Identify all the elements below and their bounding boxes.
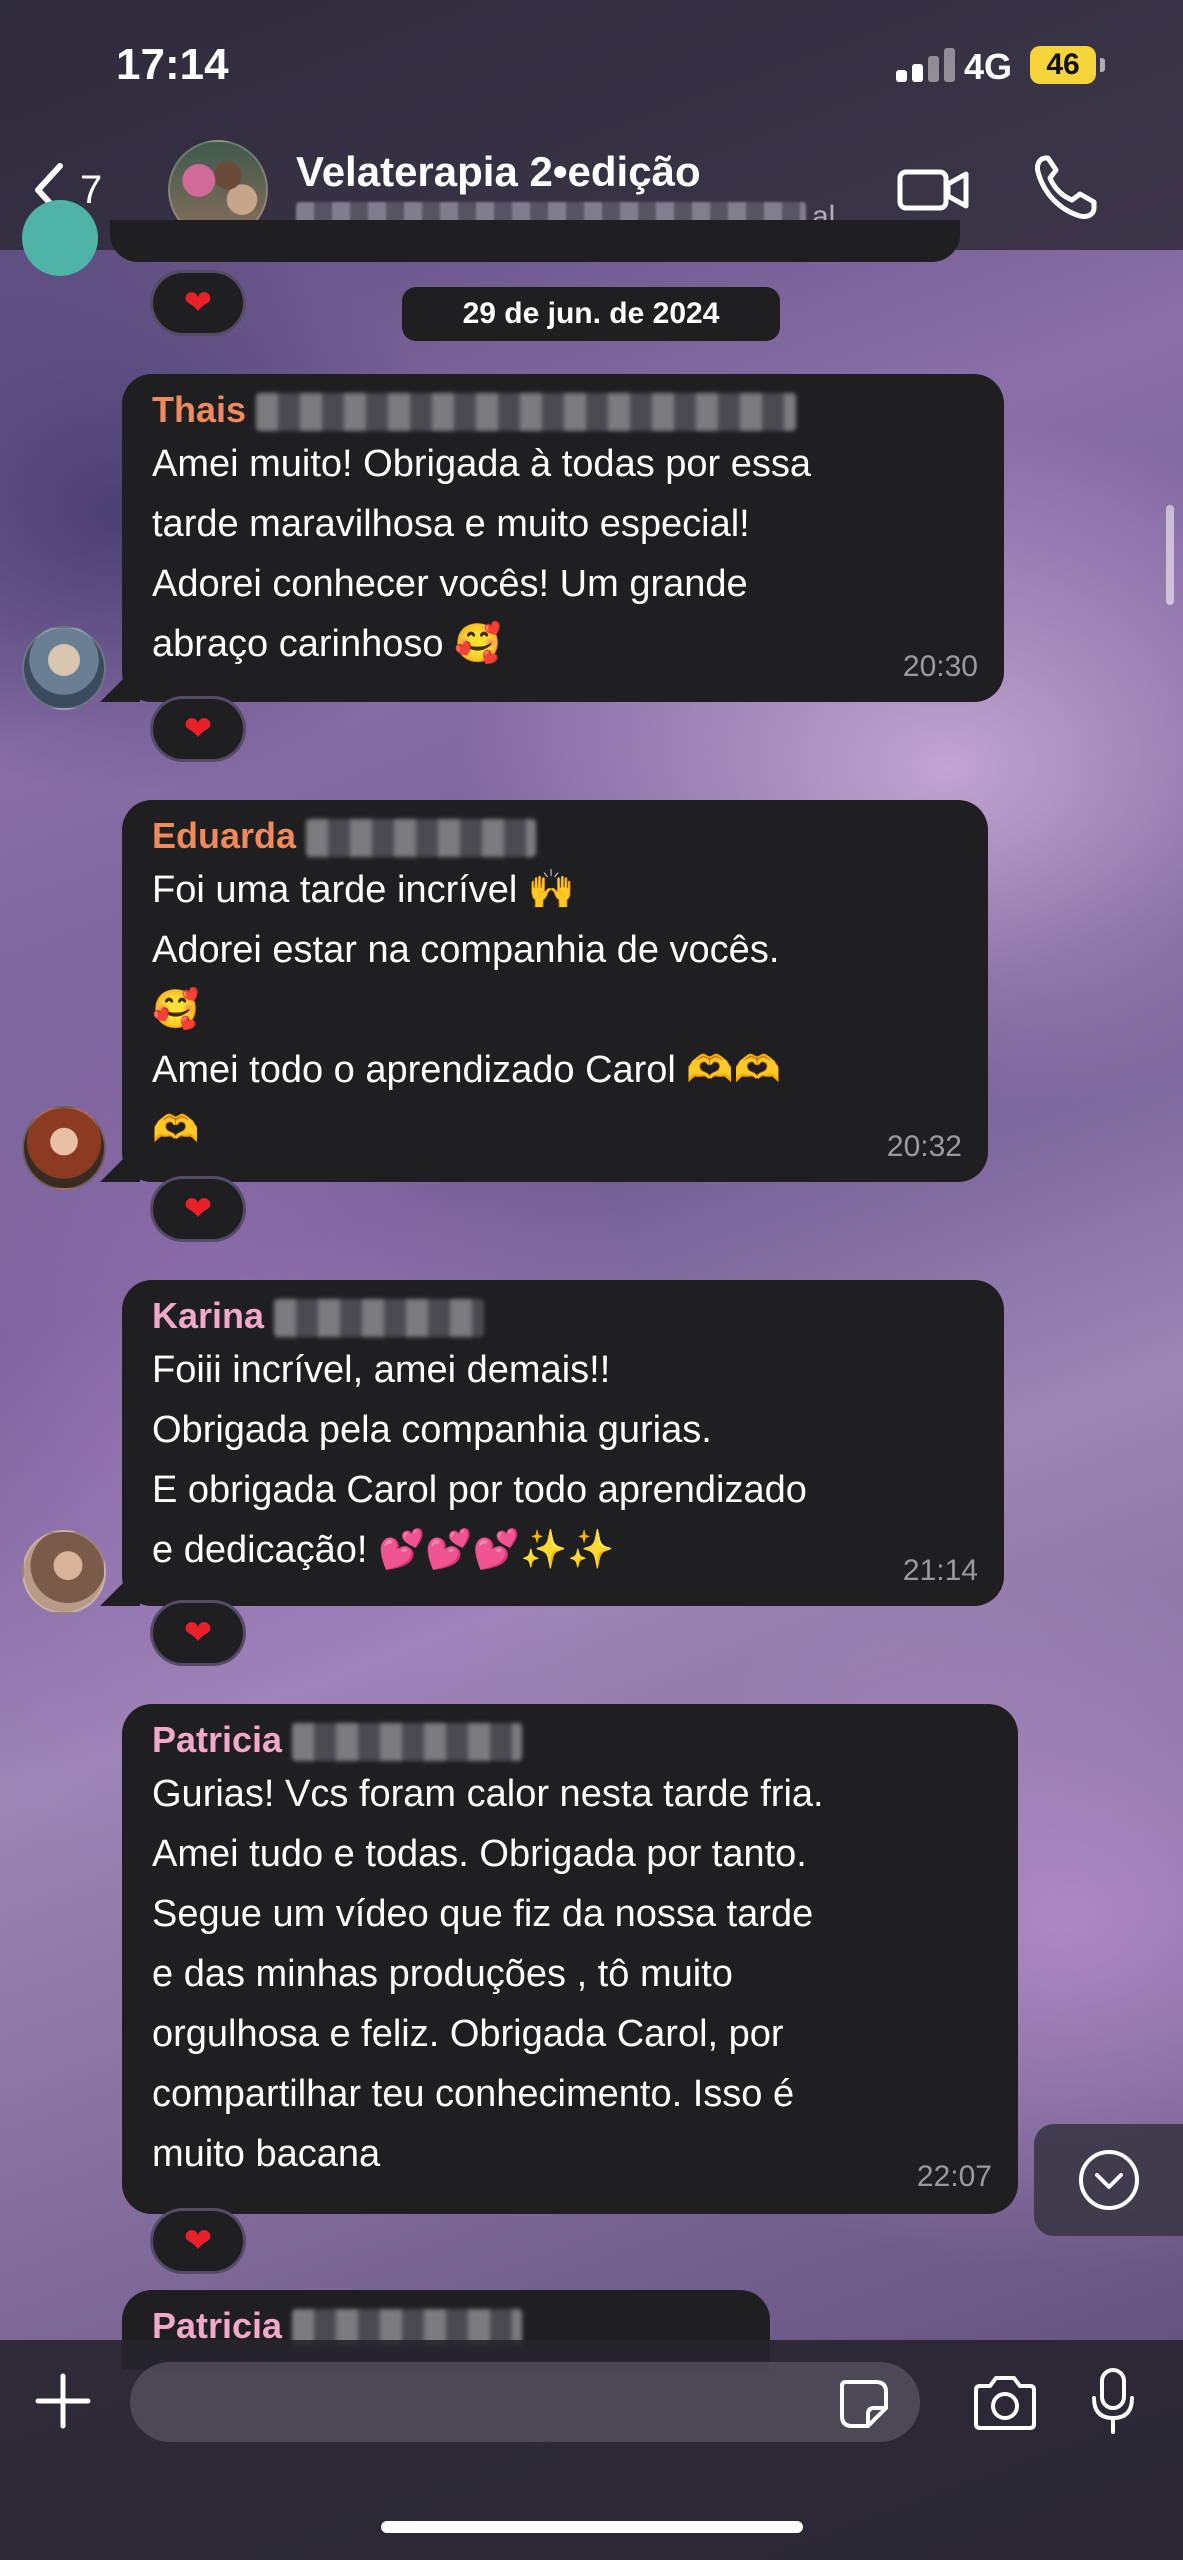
- redacted-surname: [256, 393, 797, 432]
- message-line: compartilhar teu conhecimento. Isso é: [152, 2073, 795, 2115]
- scrollbar[interactable]: [1166, 505, 1174, 605]
- video-call-button[interactable]: [896, 160, 972, 220]
- microphone-button[interactable]: [1088, 2366, 1138, 2436]
- cell-signal-icon: [896, 48, 958, 82]
- message-line: Obrigada pela companhia gurias.: [152, 1409, 712, 1451]
- phone-icon: [1035, 155, 1097, 219]
- battery-tip: [1100, 58, 1105, 72]
- unread-count: 7: [80, 167, 103, 212]
- chevron-down-icon: [1078, 2150, 1139, 2210]
- message-time: 20:30: [902, 650, 978, 683]
- message-line: muito bacana: [152, 2133, 381, 2175]
- bubble-tail: [100, 1566, 140, 1606]
- status-time: 17:14: [116, 40, 229, 89]
- avatar[interactable]: [22, 626, 106, 710]
- message-bubble[interactable]: Karina Foiii incrível, amei demais!! Obr…: [122, 1280, 1004, 1606]
- scroll-to-bottom-button[interactable]: [1034, 2124, 1183, 2236]
- camera-button[interactable]: [970, 2374, 1040, 2432]
- message-bubble[interactable]: Eduarda Foi uma tarde incrível 🙌 Adorei …: [122, 800, 988, 1182]
- avatar[interactable]: [22, 1530, 106, 1614]
- message-line: orgulhosa e feliz. Obrigada Carol, por: [152, 2013, 784, 2055]
- message-line: Gurias! Vcs foram calor nesta tarde fria…: [152, 1773, 824, 1815]
- message-line: 🫶: [152, 1109, 200, 1151]
- sticker-button[interactable]: [836, 2376, 892, 2432]
- message-input[interactable]: [130, 2362, 920, 2442]
- message-line: abraço carinhoso 🥰: [152, 623, 502, 665]
- message-line: e dedicação! 💕💕💕✨✨: [152, 1529, 615, 1571]
- redacted-surname: [306, 819, 537, 858]
- message-line: Amei muito! Obrigada à todas por essa: [152, 443, 812, 485]
- message-bubble[interactable]: Patricia Gurias! Vcs foram calor nesta t…: [122, 1704, 1018, 2214]
- plus-icon: [35, 2373, 91, 2429]
- sender-name[interactable]: Thais: [152, 386, 974, 434]
- attach-button[interactable]: [32, 2370, 94, 2432]
- message-line: tarde maravilhosa e muito especial!: [152, 503, 750, 545]
- redacted-surname: [274, 1299, 485, 1338]
- previous-message-fragment: [110, 220, 960, 262]
- reaction-heart[interactable]: ❤: [150, 1600, 246, 1666]
- bubble-tail: [100, 1142, 140, 1182]
- message-line: Amei tudo e todas. Obrigada por tanto.: [152, 1833, 807, 1875]
- redacted-surname: [292, 1723, 523, 1762]
- message-line: Adorei conhecer vocês! Um grande: [152, 563, 748, 605]
- microphone-icon: [1092, 2368, 1134, 2434]
- heart-icon: ❤: [183, 283, 213, 323]
- avatar[interactable]: [22, 1106, 106, 1190]
- message-line: e das minhas produções , tô muito: [152, 1953, 733, 1995]
- heart-icon: ❤: [183, 709, 213, 749]
- message-line: Adorei estar na companhia de vocês.: [152, 929, 780, 971]
- reaction-heart[interactable]: ❤: [150, 696, 246, 762]
- reaction-heart[interactable]: ❤: [150, 1176, 246, 1242]
- home-indicator[interactable]: [381, 2521, 803, 2533]
- date-divider: 29 de jun. de 2024: [402, 287, 780, 341]
- sender-name[interactable]: Karina: [152, 1292, 974, 1340]
- reaction-heart[interactable]: ❤: [150, 2208, 246, 2274]
- battery-indicator: 46: [1030, 46, 1096, 84]
- message-line: Amei todo o aprendizado Carol 🫶🫶: [152, 1049, 782, 1091]
- message-line: E obrigada Carol por todo aprendizado: [152, 1469, 807, 1511]
- video-camera-icon: [897, 169, 969, 211]
- heart-icon: ❤: [183, 1613, 213, 1653]
- sender-name[interactable]: Eduarda: [152, 812, 958, 860]
- reaction-heart[interactable]: ❤: [150, 270, 246, 336]
- message-bubble[interactable]: Thais Amei muito! Obrigada à todas por e…: [122, 374, 1004, 702]
- voice-call-button[interactable]: [1032, 152, 1098, 222]
- camera-icon: [974, 2376, 1036, 2430]
- message-line: Foi uma tarde incrível 🙌: [152, 869, 576, 911]
- heart-icon: ❤: [183, 2221, 213, 2261]
- message-time: 20:32: [886, 1130, 962, 1163]
- bubble-tail: [100, 662, 140, 702]
- network-type: 4G: [964, 46, 1013, 87]
- message-line: 🥰: [152, 989, 200, 1031]
- message-line: Segue um vídeo que fiz da nossa tarde: [152, 1893, 814, 1935]
- sender-name[interactable]: Patricia: [152, 1716, 988, 1764]
- avatar[interactable]: [22, 200, 98, 276]
- heart-icon: ❤: [183, 1189, 213, 1229]
- sticker-icon: [840, 2380, 888, 2428]
- message-time: 21:14: [902, 1554, 978, 1587]
- chat-title[interactable]: Velaterapia 2•edição: [296, 148, 701, 196]
- message-line: Foiii incrível, amei demais!!: [152, 1349, 611, 1391]
- message-time: 22:07: [916, 2160, 992, 2193]
